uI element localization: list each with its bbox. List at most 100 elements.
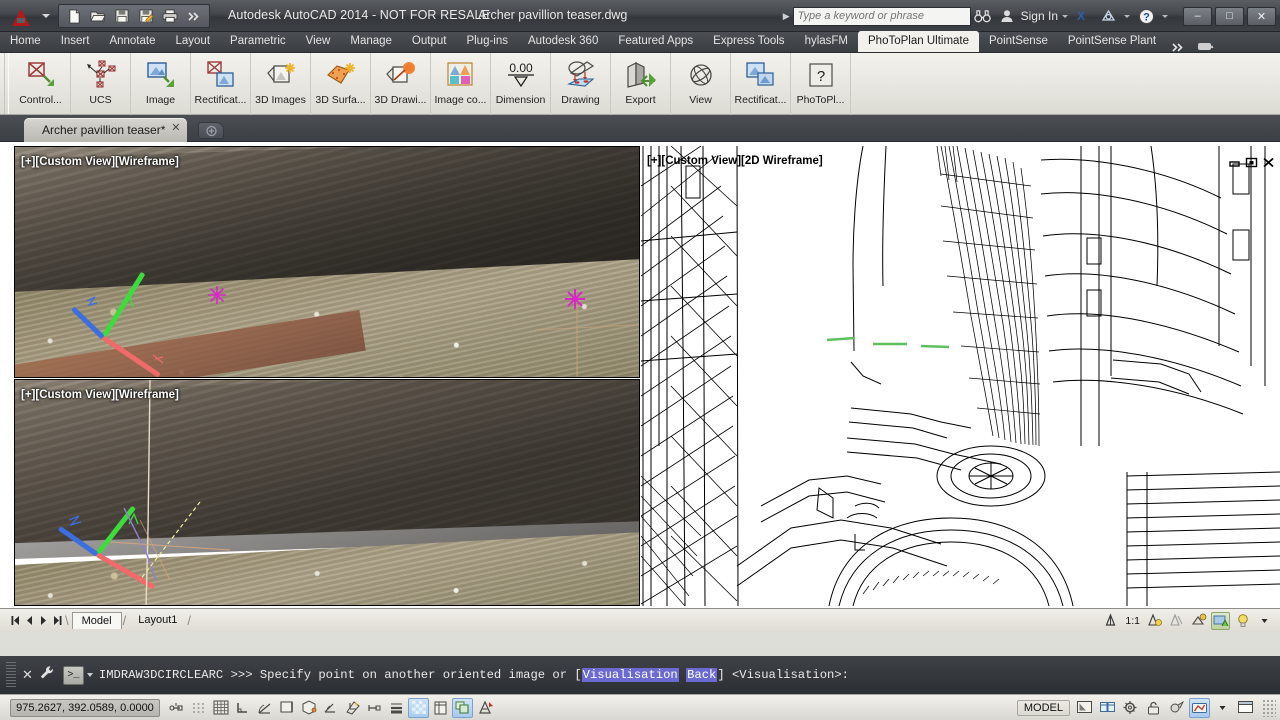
coordinate-display[interactable]: 975.2627, 392.0589, 0.0000 — [10, 698, 160, 717]
dynamic-input-toggle[interactable] — [364, 698, 385, 718]
ribbon-tab-featured-apps[interactable]: Featured Apps — [608, 31, 703, 52]
ribbon-button-3d-images[interactable]: 3D Images — [251, 53, 311, 115]
annotation-scale-value[interactable]: 1:1 — [1125, 615, 1140, 627]
application-menu-button[interactable] — [4, 5, 38, 31]
drawing-area[interactable]: [+][Custom View][Wireframe] [+][Custom V… — [0, 142, 1280, 608]
ribbon-tab-hylasfm[interactable]: hylasFM — [795, 31, 858, 52]
ribbon-button-export[interactable]: Export — [611, 53, 671, 115]
ribbon-tab-manage[interactable]: Manage — [340, 31, 402, 52]
ribbon-button-3d-surfa[interactable]: 3D Surfa... — [311, 53, 371, 115]
close-button[interactable]: ✕ — [1247, 6, 1276, 26]
status-overflow-caret-icon[interactable] — [1212, 698, 1233, 718]
ribbon-button-3d-drawi[interactable]: 3D Drawi... — [371, 53, 431, 115]
file-tab-close-icon[interactable]: ✕ — [171, 123, 180, 134]
ribbon-display-options-icon[interactable] — [1191, 41, 1220, 52]
selection-cycling-toggle[interactable] — [452, 697, 473, 718]
prev-layout-icon[interactable] — [22, 613, 36, 629]
ribbon-button-drawing[interactable]: Drawing — [551, 53, 611, 115]
grid-display-toggle[interactable] — [210, 698, 231, 718]
ribbon-button-image[interactable]: Image — [131, 53, 191, 115]
ribbon-tab-photoplan-ultimate[interactable]: PhoToPlan Ultimate — [858, 31, 980, 52]
infer-constraints-toggle[interactable] — [166, 698, 187, 718]
annotation-monitor-toggle[interactable] — [474, 698, 495, 718]
lineweight-toggle[interactable] — [386, 698, 407, 718]
ribbon-tab-pointsense-plant[interactable]: PointSense Plant — [1058, 31, 1166, 52]
annotation-monitor-icon[interactable] — [1211, 611, 1230, 630]
command-keyword-visualisation[interactable]: Visualisation — [581, 668, 679, 682]
binoculars-icon[interactable] — [971, 4, 995, 28]
clean-screen-icon[interactable] — [1235, 698, 1256, 718]
maximize-button[interactable]: □ — [1215, 6, 1244, 26]
minimize-button[interactable]: – — [1183, 6, 1212, 26]
ortho-mode-toggle[interactable] — [232, 698, 253, 718]
infocenter-expand-icon[interactable]: ▶ — [783, 11, 790, 22]
ribbon-tab-output[interactable]: Output — [402, 31, 457, 52]
quick-properties-toggle[interactable] — [430, 698, 451, 718]
annotation-add-scales-icon[interactable] — [1167, 612, 1186, 630]
plot-icon[interactable] — [159, 6, 181, 26]
ribbon-tab-view[interactable]: View — [296, 31, 341, 52]
object-snap-tracking-toggle[interactable] — [320, 698, 341, 718]
ribbon-button-rectificat[interactable]: Rectificat... — [731, 53, 791, 115]
command-line[interactable]: ✕ >_ IMDRAW3DCIRCLEARC >>> Specify point… — [0, 656, 1280, 694]
sign-in-label[interactable]: Sign In — [1021, 9, 1058, 23]
quick-access-overflow-icon[interactable] — [183, 6, 205, 26]
quick-view-drawings-icon[interactable] — [1097, 698, 1118, 718]
polar-tracking-toggle[interactable] — [254, 698, 275, 718]
viewport-bottom-left[interactable]: [+][Custom View][Wireframe] — [14, 379, 640, 606]
3d-object-snap-toggle[interactable] — [298, 698, 319, 718]
ribbon-tab-express-tools[interactable]: Express Tools — [703, 31, 794, 52]
ribbon-tab-insert[interactable]: Insert — [51, 31, 100, 52]
save-icon[interactable] — [111, 6, 133, 26]
next-layout-icon[interactable] — [36, 613, 50, 629]
first-layout-icon[interactable] — [8, 613, 22, 629]
new-drawing-tab-icon[interactable] — [198, 122, 224, 139]
command-prompt-icon[interactable]: >_ — [62, 665, 84, 685]
ribbon-tab-home[interactable]: Home — [0, 31, 51, 52]
workspace-switching-icon[interactable] — [1120, 698, 1141, 718]
toolbar-lock-icon[interactable] — [1143, 698, 1164, 718]
help-caret-icon[interactable] — [1162, 14, 1168, 18]
layout-dropdown-caret-icon[interactable] — [1255, 612, 1274, 630]
ribbon-button-view[interactable]: View — [671, 53, 731, 115]
ribbon-tab-plug-ins[interactable]: Plug-ins — [456, 31, 518, 52]
viewport-top-left[interactable]: [+][Custom View][Wireframe] — [14, 146, 640, 378]
drawing-close-button[interactable] — [1261, 156, 1276, 169]
ribbon-button-rectificat[interactable]: Rectificat... — [191, 53, 251, 115]
file-tab-active[interactable]: Archer pavillion teaser* ✕ — [24, 118, 188, 142]
object-snap-toggle[interactable] — [276, 698, 297, 718]
ribbon-tab-annotate[interactable]: Annotate — [99, 31, 165, 52]
isolate-objects-icon[interactable] — [1166, 698, 1187, 718]
autodesk-360-icon[interactable] — [1096, 4, 1120, 28]
drawing-restore-button[interactable] — [1244, 156, 1259, 169]
sign-in-caret-icon[interactable] — [1062, 14, 1068, 18]
search-input[interactable] — [792, 6, 971, 26]
viewport-lock-icon[interactable] — [1189, 612, 1208, 630]
autodesk-exchange-icon[interactable]: X — [1072, 4, 1096, 28]
ribbon-tab-layout[interactable]: Layout — [166, 31, 221, 52]
model-tab[interactable]: Model — [71, 612, 122, 629]
annotation-visibility-icon[interactable] — [1145, 612, 1164, 630]
ribbon-button-control[interactable]: Control... — [11, 53, 71, 115]
drawing-minimize-button[interactable] — [1227, 156, 1242, 169]
quick-access-dropdown-icon[interactable] — [42, 14, 50, 18]
command-line-grip[interactable] — [6, 662, 16, 688]
ribbon-tab-pointsense[interactable]: PointSense — [979, 31, 1058, 52]
ribbon-overflow-right-icon[interactable] — [1166, 43, 1191, 52]
command-keyword-back[interactable]: Back — [686, 668, 718, 682]
ribbon-tab-parametric[interactable]: Parametric — [220, 31, 296, 52]
quick-view-layouts-icon[interactable] — [1074, 698, 1095, 718]
ribbon-button-image-co[interactable]: Image co... — [431, 53, 491, 115]
transparency-toggle[interactable] — [408, 697, 429, 718]
layout1-tab[interactable]: Layout1 — [129, 612, 186, 629]
ribbon-button-dimension[interactable]: 0.00 Dimension — [491, 53, 551, 115]
help-icon[interactable]: ? — [1134, 4, 1158, 28]
snap-mode-toggle[interactable] — [188, 698, 209, 718]
viewport-right[interactable]: [+][Custom View][2D Wireframe] — [641, 146, 1280, 606]
command-line-close-icon[interactable]: ✕ — [22, 667, 33, 683]
wrench-icon[interactable] — [39, 665, 55, 686]
command-history-caret-icon[interactable] — [86, 673, 93, 677]
autodesk-360-caret-icon[interactable] — [1124, 14, 1130, 18]
save-as-icon[interactable] — [135, 6, 157, 26]
ribbon-tab-autodesk-360[interactable]: Autodesk 360 — [518, 31, 608, 52]
